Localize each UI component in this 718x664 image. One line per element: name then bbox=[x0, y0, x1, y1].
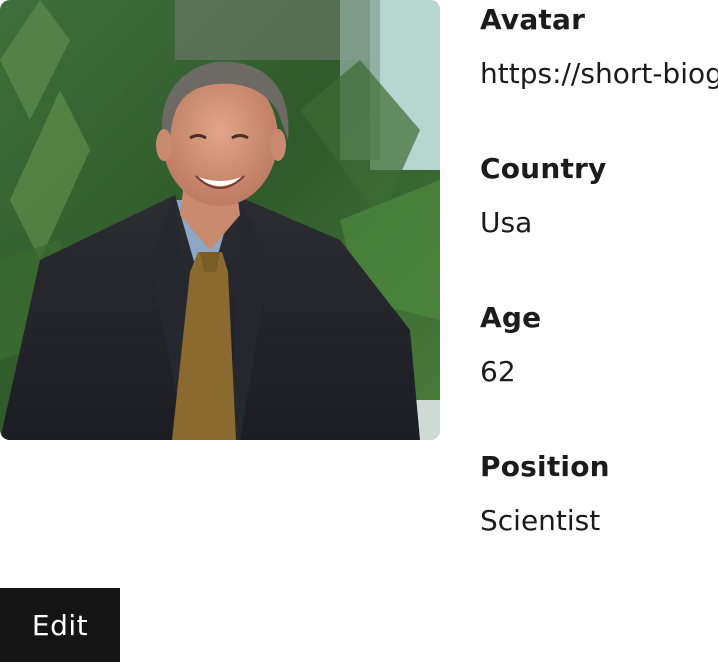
edit-button[interactable]: Edit bbox=[0, 588, 120, 662]
avatar-image bbox=[0, 0, 440, 440]
age-value: 62 bbox=[480, 355, 516, 388]
avatar-value: https://short-biog bbox=[480, 57, 718, 90]
age-label: Age bbox=[480, 301, 542, 334]
age-field: Age 62 bbox=[480, 298, 718, 447]
position-label: Position bbox=[480, 450, 610, 483]
country-label: Country bbox=[480, 152, 607, 185]
position-value: Scientist bbox=[480, 504, 601, 537]
position-field: Position Scientist bbox=[480, 447, 718, 596]
profile-details: Avatar https://short-biog Country Usa Ag… bbox=[480, 0, 718, 596]
profile-page: Avatar https://short-biog Country Usa Ag… bbox=[0, 0, 718, 664]
avatar-label: Avatar bbox=[480, 3, 586, 36]
country-value: Usa bbox=[480, 206, 533, 239]
avatar-field: Avatar https://short-biog bbox=[480, 0, 718, 149]
country-field: Country Usa bbox=[480, 149, 718, 298]
